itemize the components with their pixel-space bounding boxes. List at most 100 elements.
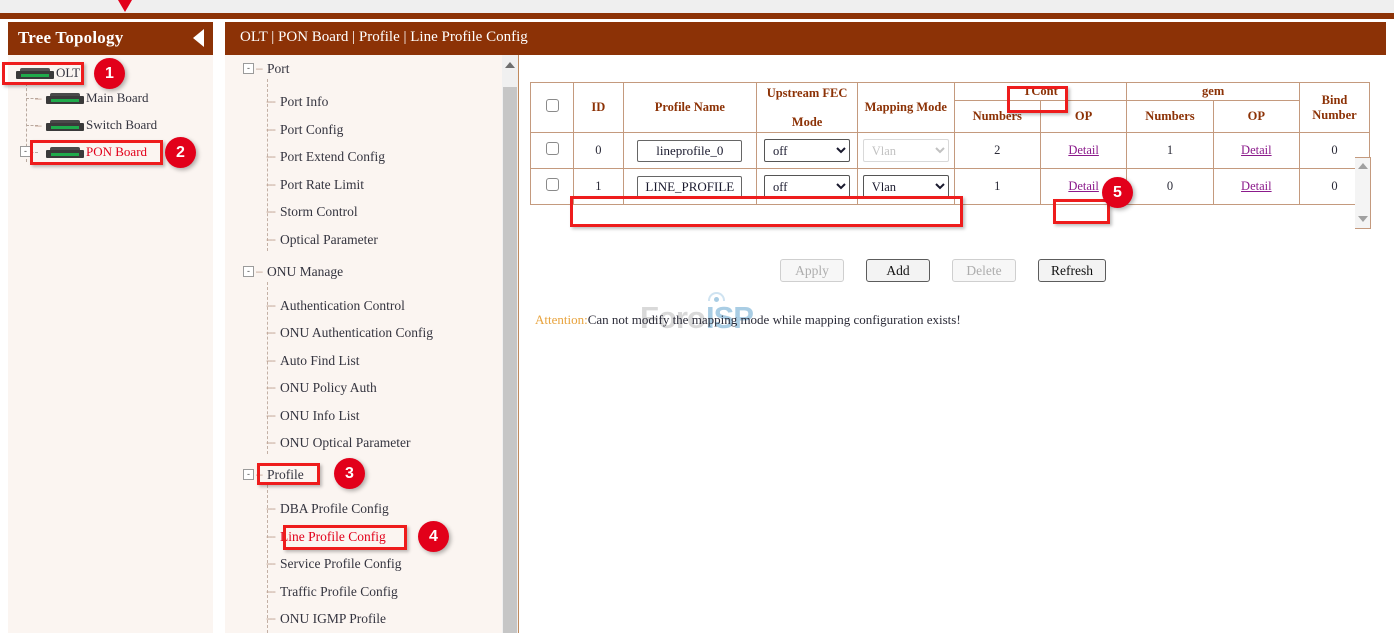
header-bind-line1: Bind — [1301, 93, 1368, 108]
menu-item-port-extend-config[interactable]: Port Extend Config — [280, 149, 385, 165]
menu-item-dba-profile-config[interactable]: DBA Profile Config — [280, 501, 389, 517]
menu-item-service-profile-config[interactable]: Service Profile Config — [280, 556, 401, 572]
menu-group-port[interactable]: Port — [267, 61, 290, 77]
menu-dash: – — [256, 264, 262, 278]
attention-message: Can not modify the mapping mode while ma… — [588, 312, 961, 327]
menu-item-onu-igmp-profile[interactable]: ONU IGMP Profile — [280, 611, 386, 627]
header-tcont: TCont — [954, 83, 1127, 101]
add-button[interactable]: Add — [866, 259, 930, 282]
action-button-row: Apply Add Delete Refresh — [780, 259, 1106, 282]
delete-button[interactable]: Delete — [952, 259, 1016, 282]
app-root: Tree Topology OLT – – Main Board Swit — [0, 0, 1394, 633]
menu-item-port-info[interactable]: Port Info — [280, 94, 328, 110]
menu-item-onu-authentication-config[interactable]: ONU Authentication Config — [280, 325, 433, 341]
down-triangle-marker-icon — [118, 0, 132, 12]
menu-item-optical-parameter[interactable]: Optical Parameter — [280, 232, 378, 248]
device-icon — [46, 120, 84, 131]
tree-node-olt[interactable]: OLT — [16, 63, 80, 83]
menu-dash: --- — [266, 435, 275, 449]
mapping-mode-select[interactable]: Vlan — [863, 139, 949, 162]
menu-dash: --- — [266, 501, 275, 515]
header-upstream-fec-mode: Upstream FEC Mode — [757, 83, 858, 133]
menu-item-port-rate-limit[interactable]: Port Rate Limit — [280, 177, 364, 193]
menu-expander-onu-manage[interactable]: - — [243, 266, 254, 277]
menu-dash: --- — [266, 149, 275, 163]
device-icon — [16, 68, 54, 79]
menu-expander-port[interactable]: - — [243, 63, 254, 74]
menu-dash: --- — [266, 204, 275, 218]
row-upstream-fec-cell: off — [757, 133, 858, 169]
menu-item-onu-optical-parameter[interactable]: ONU Optical Parameter — [280, 435, 410, 451]
tree-node-label: PON Board — [86, 144, 147, 160]
header-tcont-op: OP — [1040, 101, 1126, 133]
row-checkbox[interactable] — [546, 142, 559, 155]
row-checkbox[interactable] — [546, 178, 559, 191]
menu-item-port-config[interactable]: Port Config — [280, 122, 343, 138]
row-id: 1 — [574, 169, 623, 205]
annotation-badge-3: 3 — [334, 458, 365, 489]
menu-dash: – — [256, 61, 262, 75]
annotation-badge-1: 1 — [94, 58, 125, 89]
mapping-mode-select[interactable]: Vlan — [863, 175, 949, 198]
upstream-fec-select[interactable]: off — [764, 175, 850, 198]
gem-detail-link[interactable]: Detail — [1241, 179, 1272, 193]
tree-dash: – — [35, 91, 41, 105]
tree-node-pon-board[interactable]: PON Board — [46, 142, 147, 162]
header-tcont-numbers: Numbers — [954, 101, 1040, 133]
profile-name-input[interactable] — [637, 176, 742, 198]
row-mapping-mode-cell: Vlan — [857, 133, 954, 169]
tcont-detail-link[interactable]: Detail — [1068, 179, 1099, 193]
header-bind-line2: Number — [1301, 108, 1368, 123]
menu-expander-profile[interactable]: - — [243, 469, 254, 480]
menu-item-onu-policy-auth[interactable]: ONU Policy Auth — [280, 380, 377, 396]
table-scroll-up-icon[interactable] — [1358, 163, 1368, 169]
attention-label: Attention: — [535, 312, 588, 327]
line-profile-table: ID Profile Name Upstream FEC Mode Mappin… — [530, 82, 1370, 205]
menu-dash: --- — [266, 353, 275, 367]
collapse-panel-icon[interactable] — [193, 29, 204, 47]
menu-dash: --- — [266, 584, 275, 598]
menu-dash: --- — [266, 232, 275, 246]
menu-item-onu-info-list[interactable]: ONU Info List — [280, 408, 360, 424]
menu-item-auto-find-list[interactable]: Auto Find List — [280, 353, 360, 369]
device-icon — [46, 93, 84, 104]
tree-node-label: Main Board — [86, 90, 148, 106]
apply-button[interactable]: Apply — [780, 259, 844, 282]
select-all-checkbox[interactable] — [546, 99, 559, 112]
row-gem-op-cell: Detail — [1213, 133, 1299, 169]
upstream-fec-select[interactable]: off — [764, 139, 850, 162]
table-scroll-down-icon[interactable] — [1358, 216, 1368, 222]
menu-item-authentication-control[interactable]: Authentication Control — [280, 298, 405, 314]
breadcrumb: OLT | PON Board | Profile | Line Profile… — [240, 29, 528, 46]
menu-item-storm-control[interactable]: Storm Control — [280, 204, 358, 220]
device-icon — [46, 147, 84, 158]
row-tcont-op-cell: Detail — [1040, 133, 1126, 169]
menu-scrollbar-thumb[interactable] — [503, 87, 517, 633]
header-select — [531, 83, 574, 133]
table-row: 1 off Vlan 1 Detail 0 — [531, 169, 1370, 205]
tree-expander-pon-board[interactable]: - — [20, 146, 31, 157]
menu-item-traffic-profile-config[interactable]: Traffic Profile Config — [280, 584, 398, 600]
header-gem-op: OP — [1213, 101, 1299, 133]
navigation-menu-panel: - – Port --- Port Info --- Port Config -… — [225, 55, 510, 633]
header-profile-name: Profile Name — [623, 83, 757, 133]
tcont-detail-link[interactable]: Detail — [1068, 143, 1099, 157]
refresh-button[interactable]: Refresh — [1038, 259, 1106, 282]
menu-dash: --- — [266, 611, 275, 625]
header-mapping-mode: Mapping Mode — [857, 83, 954, 133]
tree-node-main-board[interactable]: Main Board — [46, 88, 148, 108]
profile-name-input[interactable] — [637, 140, 742, 162]
tree-topology-title: Tree Topology — [18, 28, 123, 48]
menu-dash: --- — [266, 556, 275, 570]
menu-group-profile[interactable]: Profile — [267, 467, 304, 483]
menu-item-line-profile-config[interactable]: Line Profile Config — [280, 529, 386, 545]
gem-detail-link[interactable]: Detail — [1241, 143, 1272, 157]
menu-dash: --- — [266, 529, 275, 543]
header-upstream-fec-line2: Mode — [758, 115, 856, 130]
tree-node-switch-board[interactable]: Switch Board — [46, 115, 157, 135]
scroll-up-icon[interactable] — [505, 62, 515, 68]
menu-dash: --- — [266, 380, 275, 394]
row-select-cell — [531, 133, 574, 169]
menu-group-onu-manage[interactable]: ONU Manage — [267, 264, 343, 280]
row-mapping-mode-cell: Vlan — [857, 169, 954, 205]
